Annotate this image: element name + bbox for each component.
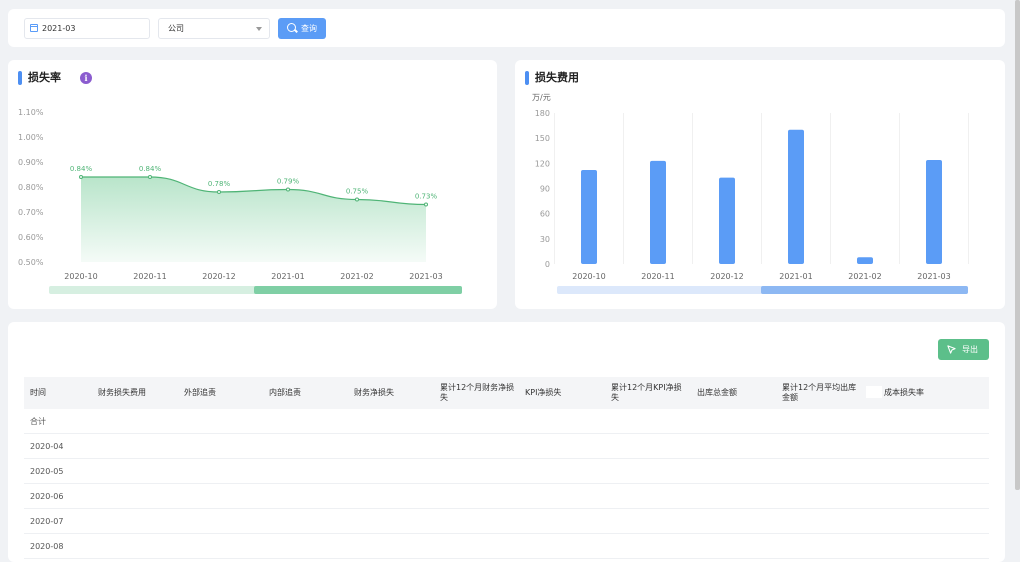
bar <box>581 170 597 264</box>
column-header[interactable]: 成本损失率 <box>884 377 964 409</box>
query-button-label: 查询 <box>301 24 317 33</box>
data-label: 0.78% <box>208 180 231 188</box>
x-tick-label: 2021-01 <box>779 272 812 281</box>
y-tick-label: 60 <box>540 210 550 219</box>
x-tick-label: 2020-10 <box>572 272 605 281</box>
x-tick-label: 2021-03 <box>917 272 950 281</box>
table-card: 导出 时间 财务损失费用 外部追责 内部追责 财务净损失 累计12个月财务净损失… <box>8 322 1005 562</box>
y-tick-label: 0 <box>545 260 550 269</box>
x-tick-label: 2021-02 <box>340 272 373 281</box>
data-point <box>79 175 83 179</box>
y-tick-label: 0.50% <box>18 258 44 267</box>
company-select[interactable]: 公司 <box>158 18 270 39</box>
data-point <box>217 190 221 194</box>
table-row: 2020-08 <box>24 534 989 559</box>
data-label: 0.73% <box>415 193 438 201</box>
header-checkbox[interactable] <box>866 386 882 398</box>
data-point <box>286 187 290 192</box>
export-icon <box>947 345 956 354</box>
x-tick-label: 2020-12 <box>710 272 743 281</box>
table-row: 2020-05 <box>24 459 989 484</box>
export-button[interactable]: 导出 <box>938 339 989 360</box>
y-tick-label: 0.60% <box>18 233 44 242</box>
column-header[interactable]: 累计12个月平均出库金额 <box>782 377 862 409</box>
loss-cost-card: 损失费用 万/元 0 30 60 90 120 150 180 2020-10 2020-11 20… <box>515 60 1005 309</box>
column-header[interactable]: 累计12个月KPI净损失 <box>611 377 689 409</box>
y-tick-label: 120 <box>535 159 550 168</box>
x-tick-label: 2021-02 <box>848 272 881 281</box>
x-tick-label: 2021-03 <box>409 272 442 281</box>
table-row: 2020-07 <box>24 509 989 534</box>
y-tick-label: 0.70% <box>18 208 44 217</box>
y-axis-unit: 万/元 <box>532 93 551 102</box>
table-row: 2020-06 <box>24 484 989 509</box>
filter-bar: 2021-03 公司 查询 <box>8 9 1005 47</box>
company-select-value: 公司 <box>168 24 184 33</box>
x-tick-label: 2021-01 <box>271 272 304 281</box>
table-row: 2020-04 <box>24 434 989 459</box>
table-header: 时间 财务损失费用 外部追责 内部追责 财务净损失 累计12个月财务净损失 KP… <box>24 377 989 409</box>
data-point <box>148 175 152 179</box>
y-tick-label: 1.00% <box>18 133 44 142</box>
x-tick-label: 2020-10 <box>64 272 97 281</box>
data-point <box>424 202 428 207</box>
y-tick-label: 150 <box>535 134 550 143</box>
calendar-icon <box>30 24 38 32</box>
table-row: 合计 <box>24 409 989 434</box>
zoom-slider-window <box>761 286 968 294</box>
page-scrollbar[interactable] <box>1015 0 1020 490</box>
x-tick-label: 2020-12 <box>202 272 235 281</box>
query-button[interactable]: 查询 <box>278 18 326 39</box>
chevron-down-icon <box>256 27 262 31</box>
zoom-slider-window <box>254 286 462 294</box>
data-label: 0.75% <box>346 188 369 196</box>
column-header[interactable]: 外部追责 <box>184 377 264 409</box>
y-tick-label: 0.90% <box>18 158 44 167</box>
month-picker[interactable]: 2021-03 <box>24 18 150 39</box>
column-header[interactable]: 财务净损失 <box>354 377 434 409</box>
bar <box>719 177 735 264</box>
column-header[interactable]: 时间 <box>30 377 90 409</box>
loss-rate-card: 损失率 i 0.50% 0.60% 0.70% 0.80% 0.90% 1.00% 1.10… <box>8 60 497 309</box>
bar <box>650 160 666 264</box>
data-point <box>355 197 359 202</box>
search-icon <box>287 23 296 32</box>
column-header[interactable]: KPI净损失 <box>525 377 605 409</box>
export-button-label: 导出 <box>962 345 978 354</box>
month-picker-value: 2021-03 <box>42 24 76 33</box>
column-header[interactable]: 累计12个月财务净损失 <box>440 377 518 409</box>
y-tick-label: 30 <box>540 235 550 244</box>
bar <box>788 129 804 264</box>
data-label: 0.84% <box>70 165 93 173</box>
data-label: 0.79% <box>277 178 300 186</box>
x-tick-label: 2020-11 <box>133 272 166 281</box>
y-tick-label: 180 <box>535 109 550 118</box>
column-header[interactable]: 财务损失费用 <box>98 377 178 409</box>
series-area <box>81 177 426 262</box>
loss-rate-chart: 0.50% 0.60% 0.70% 0.80% 0.90% 1.00% 1.10% 2020-… <box>18 108 462 294</box>
column-header[interactable]: 出库总金额 <box>697 377 777 409</box>
data-label: 0.84% <box>139 165 162 173</box>
loss-cost-chart: 万/元 0 30 60 90 120 150 180 2020-10 2020-11 2020-12… <box>532 93 969 294</box>
y-tick-label: 0.80% <box>18 183 44 192</box>
column-header[interactable]: 内部追责 <box>269 377 349 409</box>
y-tick-label: 1.10% <box>18 108 44 117</box>
bar <box>857 257 873 264</box>
y-tick-label: 90 <box>540 185 550 194</box>
x-tick-label: 2020-11 <box>641 272 674 281</box>
bar <box>926 159 942 264</box>
